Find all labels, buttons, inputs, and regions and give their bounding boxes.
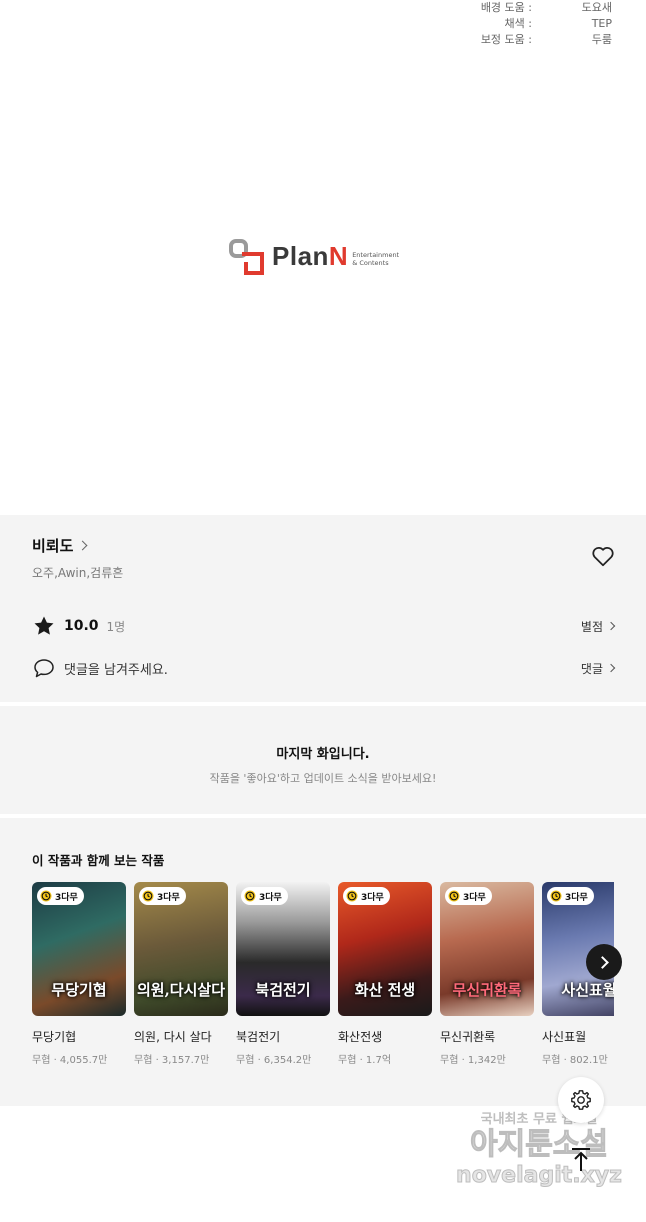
rating-row: 10.0 1명 별점 [32,614,616,638]
recommendation-card[interactable]: 3다무 무신귀환록 무신귀환록 무협 · 1,342만 [440,882,534,1082]
rating-score: 10.0 [64,618,99,634]
card-title: 무당기협 [32,1030,77,1044]
free-badge: 3다무 [547,887,594,905]
heart-icon[interactable] [590,543,616,569]
card-meta: 무협 · 6,354.2만 [236,1055,312,1066]
last-episode-notice: 마지막 화입니다. 작품을 '좋아요'하고 업데이트 소식을 받아보세요! [0,706,646,814]
credit-role: 배경 도움 : [480,1,532,14]
free-badge: 3다무 [445,887,492,905]
comments-link-label: 댓글 [580,661,603,676]
credit-role: 보정 도움 : [480,33,532,46]
site-watermark: 국내최초 무료 웹소설 아지툰소설 novelagit.xyz [444,1108,634,1189]
last-episode-subtitle: 작품을 '좋아요'하고 업데이트 소식을 받아보세요! [209,772,437,785]
card-title: 의원, 다시 살다 [134,1030,212,1044]
card-title: 사신표월 [542,1030,587,1044]
cover-title: 무당기협 [51,981,107,999]
credit-row: 채색 : TEP [432,16,612,32]
gear-icon [571,1090,591,1110]
clock-icon [40,890,52,902]
recommendation-card[interactable]: 3다무 무당기협 무당기협 무협 · 4,055.7만 [32,882,126,1082]
card-meta: 무협 · 4,055.7만 [32,1055,108,1066]
clock-icon [244,890,256,902]
card-meta: 무협 · 1.7억 [338,1055,392,1066]
card-meta: 무협 · 802.1만 [542,1055,608,1066]
free-badge: 3다무 [241,887,288,905]
free-badge: 3다무 [343,887,390,905]
credit-row: 보정 도움 : 두룸 [432,32,612,48]
watermark-url: novelagit.xyz [456,1163,623,1189]
chevron-right-icon [77,540,88,551]
plann-logo-mark [229,239,264,275]
cover-title: 사신표월 [561,981,614,999]
watermark-tagline: 국내최초 무료 웹소설 [480,1112,598,1127]
publisher-logo: PlanN Entertainment & Contents [228,234,428,278]
free-badge: 3다무 [139,887,186,905]
cover-title: 무신귀환록 [452,981,522,999]
comment-row: 댓글을 남겨주세요. 댓글 [32,656,616,680]
cover-title: 북검전기 [255,981,311,999]
credit-name: TEP [591,17,612,30]
rate-link-label: 별점 [580,619,603,634]
comment-input[interactable]: 댓글을 남겨주세요. [64,659,168,678]
recommendation-card[interactable]: 3다무 의원,다시살다 의원, 다시 살다 무협 · 3,157.7만 [134,882,228,1082]
clock-icon [346,890,358,902]
credits: 배경 도움 : 도요새 채색 : TEP 보정 도움 : 두룸 [432,0,612,48]
recommendations-carousel[interactable]: 3다무 무당기협 무당기협 무협 · 4,055.7만 3다무 의원,다시살다 … [32,882,614,1082]
cover-title: 의원,다시살다 [136,981,226,999]
rating-count: 1명 [106,619,126,634]
credit-name: 두룸 [591,33,612,46]
clock-icon [550,890,562,902]
chevron-right-icon [595,955,609,969]
settings-button[interactable] [558,1077,604,1123]
recommendation-card[interactable]: 3다무 화산 전생 화산전생 무협 · 1.7억 [338,882,432,1082]
logo-subtext: Entertainment & Contents [352,251,400,267]
work-title-link[interactable]: 비뢰도 [32,535,88,556]
work-authors: 오주,Awin,검류흔 [32,566,124,580]
cover-image: 3다무 무당기협 [32,882,126,1016]
watermark-brand: 아지툰소설 [470,1127,609,1163]
speech-bubble-icon [34,659,54,678]
last-episode-title: 마지막 화입니다. [276,747,370,762]
recommendations-section: 이 작품과 함께 보는 작품 3다무 무당기협 무당기협 무협 · 4,055.… [0,818,646,1106]
clock-icon [448,890,460,902]
credit-role: 채색 : [504,17,532,30]
card-title: 화산전생 [338,1030,383,1044]
recommendation-card[interactable]: 3다무 사신표월 사신표월 무협 · 802.1만 [542,882,614,1082]
card-meta: 무협 · 3,157.7만 [134,1055,210,1066]
cover-image: 3다무 무신귀환록 [440,882,534,1016]
recommendations-heading: 이 작품과 함께 보는 작품 [32,853,165,868]
logo-text: PlanN [272,240,349,271]
comments-link[interactable]: 댓글 [580,660,616,677]
work-title: 비뢰도 [32,537,74,555]
cover-image: 3다무 북검전기 [236,882,330,1016]
cover-image: 3다무 의원,다시살다 [134,882,228,1016]
recommendation-card[interactable]: 3다무 북검전기 북검전기 무협 · 6,354.2만 [236,882,330,1082]
credit-row: 배경 도움 : 도요새 [432,0,612,16]
carousel-next-button[interactable] [586,944,622,980]
star-icon [34,616,54,635]
card-title: 북검전기 [236,1030,281,1044]
chevron-right-icon [606,621,616,631]
cover-title: 화산 전생 [354,981,416,999]
cover-image: 3다무 화산 전생 [338,882,432,1016]
credit-name: 도요새 [581,1,612,14]
arrow-up-icon[interactable] [566,1144,596,1174]
card-title: 무신귀환록 [440,1030,496,1044]
chevron-right-icon [606,663,616,673]
free-badge: 3다무 [37,887,84,905]
work-info-section: 비뢰도 오주,Awin,검류흔 10.0 1명 별점 댓글을 남겨주세요. 댓글 [0,515,646,702]
clock-icon [142,890,154,902]
card-meta: 무협 · 1,342만 [440,1055,506,1066]
rate-link[interactable]: 별점 [580,618,616,635]
